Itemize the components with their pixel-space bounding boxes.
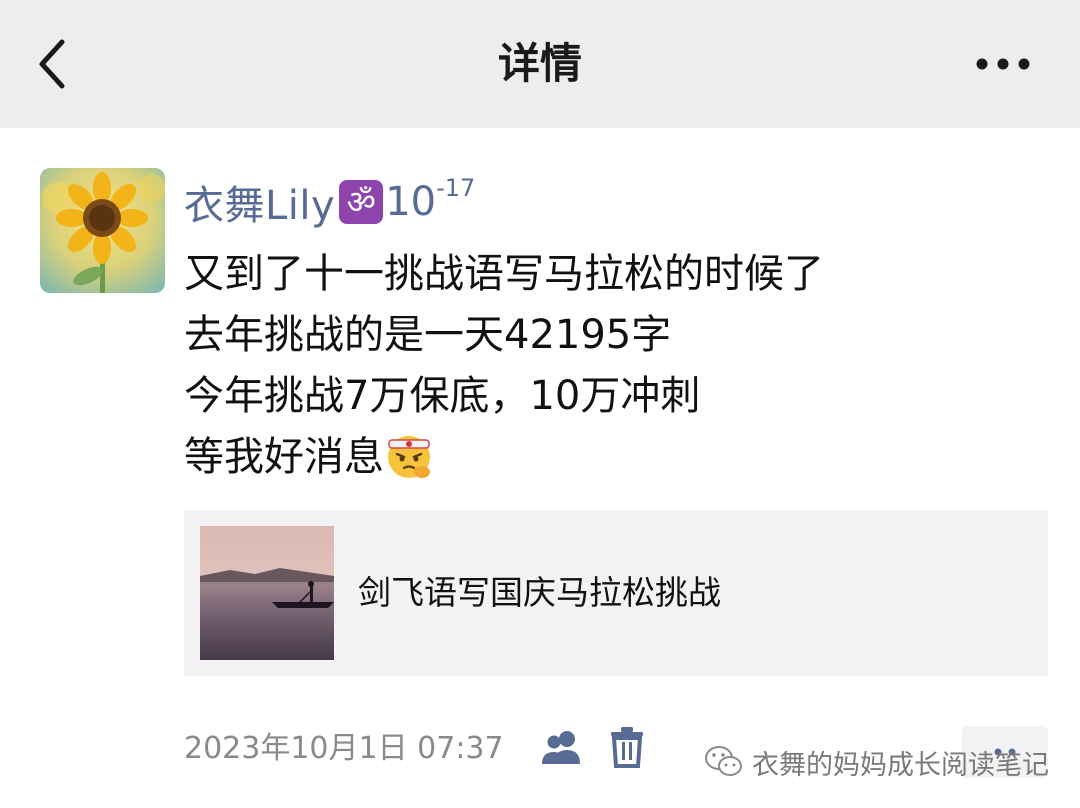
post-line: 又到了十一挑战语写马拉松的时候了	[184, 251, 824, 297]
post-line: 今年挑战7万保底，10万冲刺	[184, 373, 701, 419]
username: 衣舞Lily	[184, 183, 336, 229]
delete-button[interactable]	[610, 726, 644, 768]
username-superscript: -17	[436, 174, 476, 202]
more-button[interactable]	[974, 50, 1034, 78]
post-content: 又到了十一挑战语写马拉松的时候了 去年挑战的是一天42195字 今年挑战7万保底…	[184, 244, 1044, 488]
more-dots-icon	[976, 58, 1030, 70]
back-button[interactable]	[34, 38, 74, 90]
watermark-text: 衣舞的妈妈成长阅读笔记	[752, 749, 1049, 781]
post-line-last: 等我好消息	[184, 427, 1044, 488]
visibility-button[interactable]	[540, 728, 584, 768]
chevron-left-icon	[39, 39, 65, 89]
avatar[interactable]	[40, 168, 165, 293]
lake-boat-image	[200, 526, 334, 660]
post-line: 去年挑战的是一天42195字	[184, 312, 672, 358]
shared-link-card[interactable]: 剑飞语写国庆马拉松挑战	[184, 510, 1048, 676]
om-symbol-icon: ॐ	[339, 180, 384, 224]
wechat-icon	[705, 746, 742, 776]
people-icon	[542, 731, 580, 764]
link-card-title: 剑飞语写国庆马拉松挑战	[358, 573, 721, 612]
username-link[interactable]: 衣舞Lily ॐ 10 -17	[184, 172, 475, 232]
link-thumbnail	[200, 526, 334, 660]
determined-face-emoji-icon	[388, 436, 430, 478]
username-suffix: 10	[385, 179, 437, 225]
post-line-text: 等我好消息	[184, 434, 384, 480]
page-title: 详情	[497, 39, 582, 88]
post-timestamp: 2023年10月1日 07:37	[184, 731, 504, 766]
moment-detail-page: 详情 衣舞Lily ॐ 10 -17 又到了十一挑战语写马拉松的时候了 去年挑战…	[0, 0, 1080, 808]
top-nav-bar: 详情	[0, 0, 1080, 128]
trash-icon	[611, 727, 643, 768]
watermark: 衣舞的妈妈成长阅读笔记	[704, 740, 1049, 784]
sunflower-avatar-image	[40, 168, 165, 293]
